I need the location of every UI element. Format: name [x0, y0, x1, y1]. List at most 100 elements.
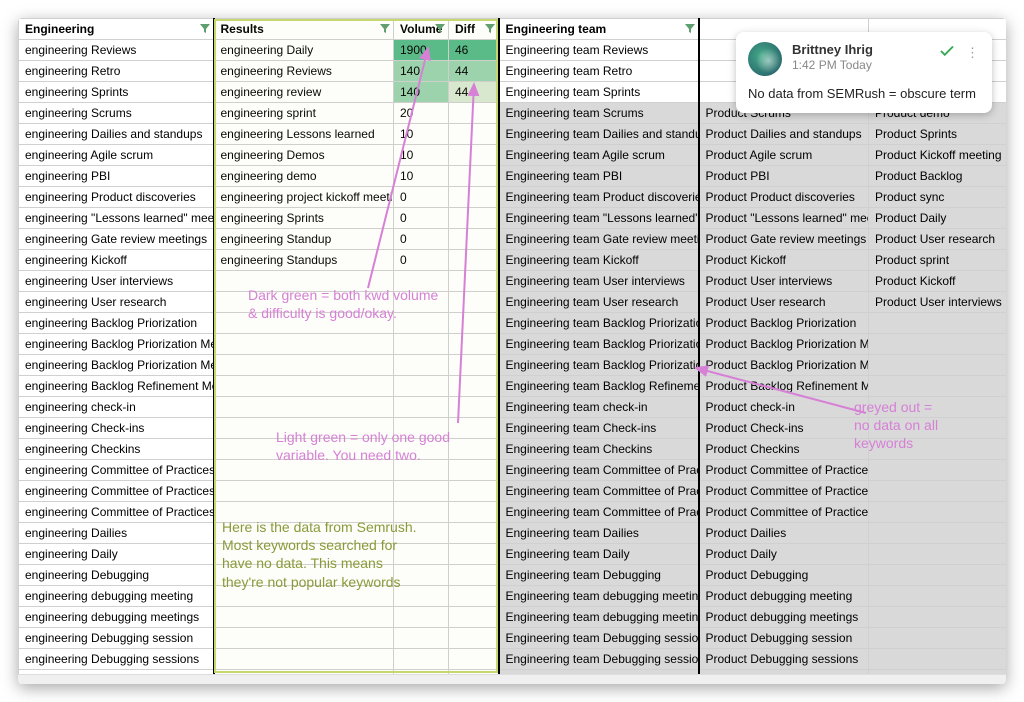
cell[interactable] — [394, 481, 449, 502]
cell[interactable]: engineering Scrums — [19, 103, 214, 124]
table-row[interactable]: engineering check-inEngineering team che… — [19, 397, 1007, 418]
cell[interactable]: engineering project kickoff meetings — [214, 187, 394, 208]
table-row[interactable]: engineering Agile scrumengineering Demos… — [19, 145, 1007, 166]
cell[interactable]: engineering Debugging sessions — [19, 649, 214, 670]
cell[interactable] — [449, 607, 499, 628]
cell[interactable] — [394, 313, 449, 334]
table-row[interactable]: engineering debugging meetingsEngineerin… — [19, 607, 1007, 628]
cell[interactable]: Engineering team Kickoff — [499, 250, 699, 271]
cell[interactable]: engineering Committee of Practices — [19, 460, 214, 481]
cell[interactable]: Product "Lessons learned" meeting — [699, 208, 869, 229]
cell[interactable] — [869, 628, 1007, 649]
cell[interactable] — [214, 334, 394, 355]
cell[interactable] — [869, 334, 1007, 355]
cell[interactable]: Product Debugging — [699, 565, 869, 586]
resolve-icon[interactable] — [938, 42, 956, 63]
cell[interactable]: Product User interviews — [869, 292, 1007, 313]
cell[interactable]: Engineering team Dailies and standups — [499, 124, 699, 145]
cell[interactable]: 44 — [449, 82, 499, 103]
cell[interactable]: engineering Debugging — [19, 565, 214, 586]
cell[interactable]: Product User research — [699, 292, 869, 313]
table-row[interactable]: engineering Backlog Refinement MeetingEn… — [19, 376, 1007, 397]
cell[interactable] — [394, 376, 449, 397]
cell[interactable]: Product Daily — [699, 544, 869, 565]
cell[interactable]: Product check-in — [699, 397, 869, 418]
cell[interactable] — [394, 397, 449, 418]
cell[interactable] — [214, 460, 394, 481]
cell[interactable] — [449, 313, 499, 334]
table-row[interactable]: engineering "Lessons learned" meetingeng… — [19, 208, 1007, 229]
cell[interactable] — [394, 544, 449, 565]
cell[interactable] — [449, 460, 499, 481]
cell[interactable]: Engineering team User research — [499, 292, 699, 313]
cell[interactable]: engineering Kickoff — [19, 250, 214, 271]
cell[interactable] — [869, 481, 1007, 502]
cell[interactable] — [449, 628, 499, 649]
cell[interactable]: engineering Standups — [214, 250, 394, 271]
cell[interactable] — [449, 208, 499, 229]
cell[interactable]: engineering check-in — [19, 397, 214, 418]
cell[interactable] — [869, 460, 1007, 481]
cell[interactable]: engineering Sprints — [19, 82, 214, 103]
cell[interactable]: 0 — [394, 208, 449, 229]
cell[interactable]: Engineering team PBI — [499, 166, 699, 187]
cell[interactable]: Engineering team Scrums — [499, 103, 699, 124]
cell[interactable] — [449, 523, 499, 544]
cell[interactable] — [394, 271, 449, 292]
cell[interactable]: Product Sprints — [869, 124, 1007, 145]
cell[interactable] — [394, 586, 449, 607]
cell[interactable]: engineering Backlog Priorization — [19, 313, 214, 334]
cell[interactable] — [449, 292, 499, 313]
cell[interactable]: Product Check-ins — [699, 418, 869, 439]
cell[interactable]: 140 — [394, 82, 449, 103]
cell[interactable]: Product Checkins — [699, 439, 869, 460]
cell[interactable] — [449, 649, 499, 670]
cell[interactable]: engineering Debugging session — [19, 628, 214, 649]
cell[interactable]: Product Committee of Practices meeting — [699, 481, 869, 502]
cell[interactable] — [449, 481, 499, 502]
filter-icon[interactable] — [200, 24, 210, 34]
cell[interactable] — [214, 523, 394, 544]
cell[interactable] — [449, 271, 499, 292]
table-row[interactable]: engineering Product discoveriesengineeri… — [19, 187, 1007, 208]
cell[interactable] — [869, 439, 1007, 460]
cell[interactable]: Product PBI — [699, 166, 869, 187]
cell[interactable] — [449, 439, 499, 460]
cell[interactable]: Engineering team debugging meeting — [499, 607, 699, 628]
filter-icon[interactable] — [380, 24, 390, 34]
cell[interactable] — [394, 292, 449, 313]
cell[interactable]: Engineering team Retro — [499, 61, 699, 82]
cell[interactable]: Engineering team Checkins — [499, 439, 699, 460]
table-row[interactable]: engineering User researchEngineering tea… — [19, 292, 1007, 313]
cell[interactable]: Engineering team Debugging session — [499, 628, 699, 649]
cell[interactable] — [394, 565, 449, 586]
cell[interactable]: engineering demo — [214, 166, 394, 187]
cell[interactable] — [449, 166, 499, 187]
table-row[interactable]: engineering Backlog PriorizationEngineer… — [19, 313, 1007, 334]
cell[interactable] — [214, 649, 394, 670]
cell[interactable] — [394, 628, 449, 649]
cell[interactable]: Product Committee of Practices — [699, 460, 869, 481]
col-header-volume[interactable]: Volume — [394, 19, 449, 40]
cell[interactable] — [394, 439, 449, 460]
filter-icon[interactable] — [685, 24, 695, 34]
cell[interactable] — [214, 292, 394, 313]
cell[interactable] — [214, 628, 394, 649]
spreadsheet-grid[interactable]: Engineering Results Volume Diff Engineer… — [18, 18, 1006, 684]
table-row[interactable]: engineering Debugging session Engineering… — [19, 628, 1007, 649]
cell[interactable] — [214, 481, 394, 502]
cell[interactable] — [449, 187, 499, 208]
cell[interactable] — [869, 502, 1007, 523]
cell[interactable] — [869, 586, 1007, 607]
cell[interactable]: Engineering team Backlog Priorization — [499, 355, 699, 376]
table-row[interactable]: engineering Committee of Practices Engine… — [19, 460, 1007, 481]
cell[interactable] — [214, 397, 394, 418]
cell[interactable]: engineering Daily — [214, 40, 394, 61]
cell[interactable]: Product debugging meeting — [699, 586, 869, 607]
table-row[interactable]: engineering User interviewsEngineering t… — [19, 271, 1007, 292]
cell[interactable] — [869, 523, 1007, 544]
cell[interactable]: Engineering team Committee of Practices — [499, 460, 699, 481]
cell[interactable] — [394, 460, 449, 481]
cell[interactable]: Product Dailies — [699, 523, 869, 544]
cell[interactable]: Product Gate review meetings — [699, 229, 869, 250]
